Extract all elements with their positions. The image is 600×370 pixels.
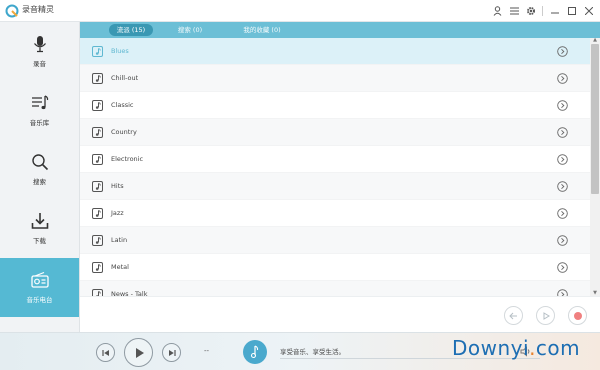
record-button[interactable] [568,306,587,325]
arrow-left-icon [509,312,517,319]
music-file-icon [92,73,103,84]
play-circle-icon[interactable] [557,235,568,246]
genre-list: Blues Chill-out Classic Country Electronic Hi… [80,38,590,296]
user-icon[interactable] [490,3,504,18]
sidebar-item-record[interactable]: 录音 [0,22,79,81]
title-bar: 录音精灵 [0,0,600,22]
play-icon [135,347,144,358]
genre-row[interactable]: Electronic [80,146,590,173]
music-file-icon [92,208,103,219]
sidebar-item-label: 搜索 [33,178,46,186]
app-logo-icon [5,4,19,18]
play-circle-icon[interactable] [557,208,568,219]
genre-row[interactable]: Hits [80,173,590,200]
album-art [243,340,267,364]
radio-icon [30,271,49,288]
maximize-icon[interactable] [565,3,579,18]
microphone-icon [33,36,46,53]
previous-track-button[interactable] [96,343,115,362]
music-file-icon [92,289,103,296]
music-file-icon [92,127,103,138]
scroll-thumb[interactable] [591,44,599,194]
play-circle-icon[interactable] [557,181,568,192]
genre-row[interactable]: Blues [80,38,590,65]
play-station-button[interactable] [536,306,555,325]
play-circle-icon[interactable] [557,100,568,111]
play-circle-icon[interactable] [557,73,568,84]
gear-icon[interactable] [524,3,538,18]
sidebar-item-label: 录音 [33,60,46,68]
download-icon [31,213,48,229]
genre-label: Country [111,128,137,136]
titlebar-divider [542,5,543,16]
menu-list-icon[interactable] [507,3,521,18]
sidebar-item-download[interactable]: 下载 [0,199,79,258]
music-library-icon [31,95,48,110]
play-circle-icon[interactable] [557,127,568,138]
record-icon [573,311,582,320]
sidebar-item-search[interactable]: 搜索 [0,140,79,199]
sidebar-item-radio[interactable]: 音乐电台 [0,258,79,317]
sidebar-item-label: 下载 [33,237,46,245]
genre-row[interactable]: Latin [80,227,590,254]
minimize-icon[interactable] [548,3,562,18]
play-circle-icon[interactable] [557,154,568,165]
play-icon [543,311,550,320]
player-slogan: 享受音乐、享受生活。 [280,348,345,356]
skip-forward-icon [168,349,176,356]
close-icon[interactable] [582,3,596,18]
search-icon [31,154,48,171]
tab-favorites[interactable]: 我的收藏 (0) [232,24,292,36]
music-file-icon [92,154,103,165]
genre-row[interactable]: Classic [80,92,590,119]
genre-label: Hits [111,182,124,190]
genre-label: Electronic [111,155,144,163]
watermark-prefix: Downyi [452,336,530,360]
app-title: 录音精灵 [22,5,54,14]
sidebar: 录音 音乐库 搜索 下载 音乐电台 [0,22,80,332]
sidebar-item-label: 音乐库 [29,119,50,127]
skip-back-icon [101,349,109,356]
tab-genres[interactable]: 流派 (15) [109,24,153,36]
scroll-up-icon[interactable]: ▲ [592,38,598,43]
tab-search[interactable]: 搜索 (0) [168,24,212,36]
music-file-icon [92,235,103,246]
genre-label: Metal [111,263,129,271]
genre-label: Blues [111,47,129,55]
sidebar-item-label: 音乐电台 [26,296,53,304]
sidebar-item-music-library[interactable]: 音乐库 [0,81,79,140]
watermark-logo: Downyi.com [452,336,580,360]
tab-bar: 流派 (15) 搜索 (0) 我的收藏 (0) [80,22,600,38]
station-controls [80,296,600,332]
genre-label: Latin [111,236,128,244]
scrollbar[interactable]: ▲ ▼ [590,38,600,296]
music-file-icon [92,46,103,57]
play-circle-icon[interactable] [557,46,568,57]
music-file-icon [92,100,103,111]
genre-row[interactable]: Chill-out [80,65,590,92]
genre-label: Chill-out [111,74,139,82]
watermark-dot: . [529,336,536,360]
track-title: -- [204,347,210,355]
play-button[interactable] [124,338,153,367]
music-file-icon [92,262,103,273]
next-track-button[interactable] [162,343,181,362]
genre-row[interactable]: Jazz [80,200,590,227]
genre-label: Jazz [111,209,124,217]
play-circle-icon[interactable] [557,289,568,296]
play-circle-icon[interactable] [557,262,568,273]
music-file-icon [92,181,103,192]
genre-row[interactable]: Metal [80,254,590,281]
music-note-icon [250,345,259,359]
genre-row[interactable]: Country [80,119,590,146]
watermark-suffix: com [535,336,581,360]
previous-station-button[interactable] [504,306,523,325]
genre-row[interactable]: News - Talk [80,281,590,296]
genre-label: Classic [111,101,134,109]
